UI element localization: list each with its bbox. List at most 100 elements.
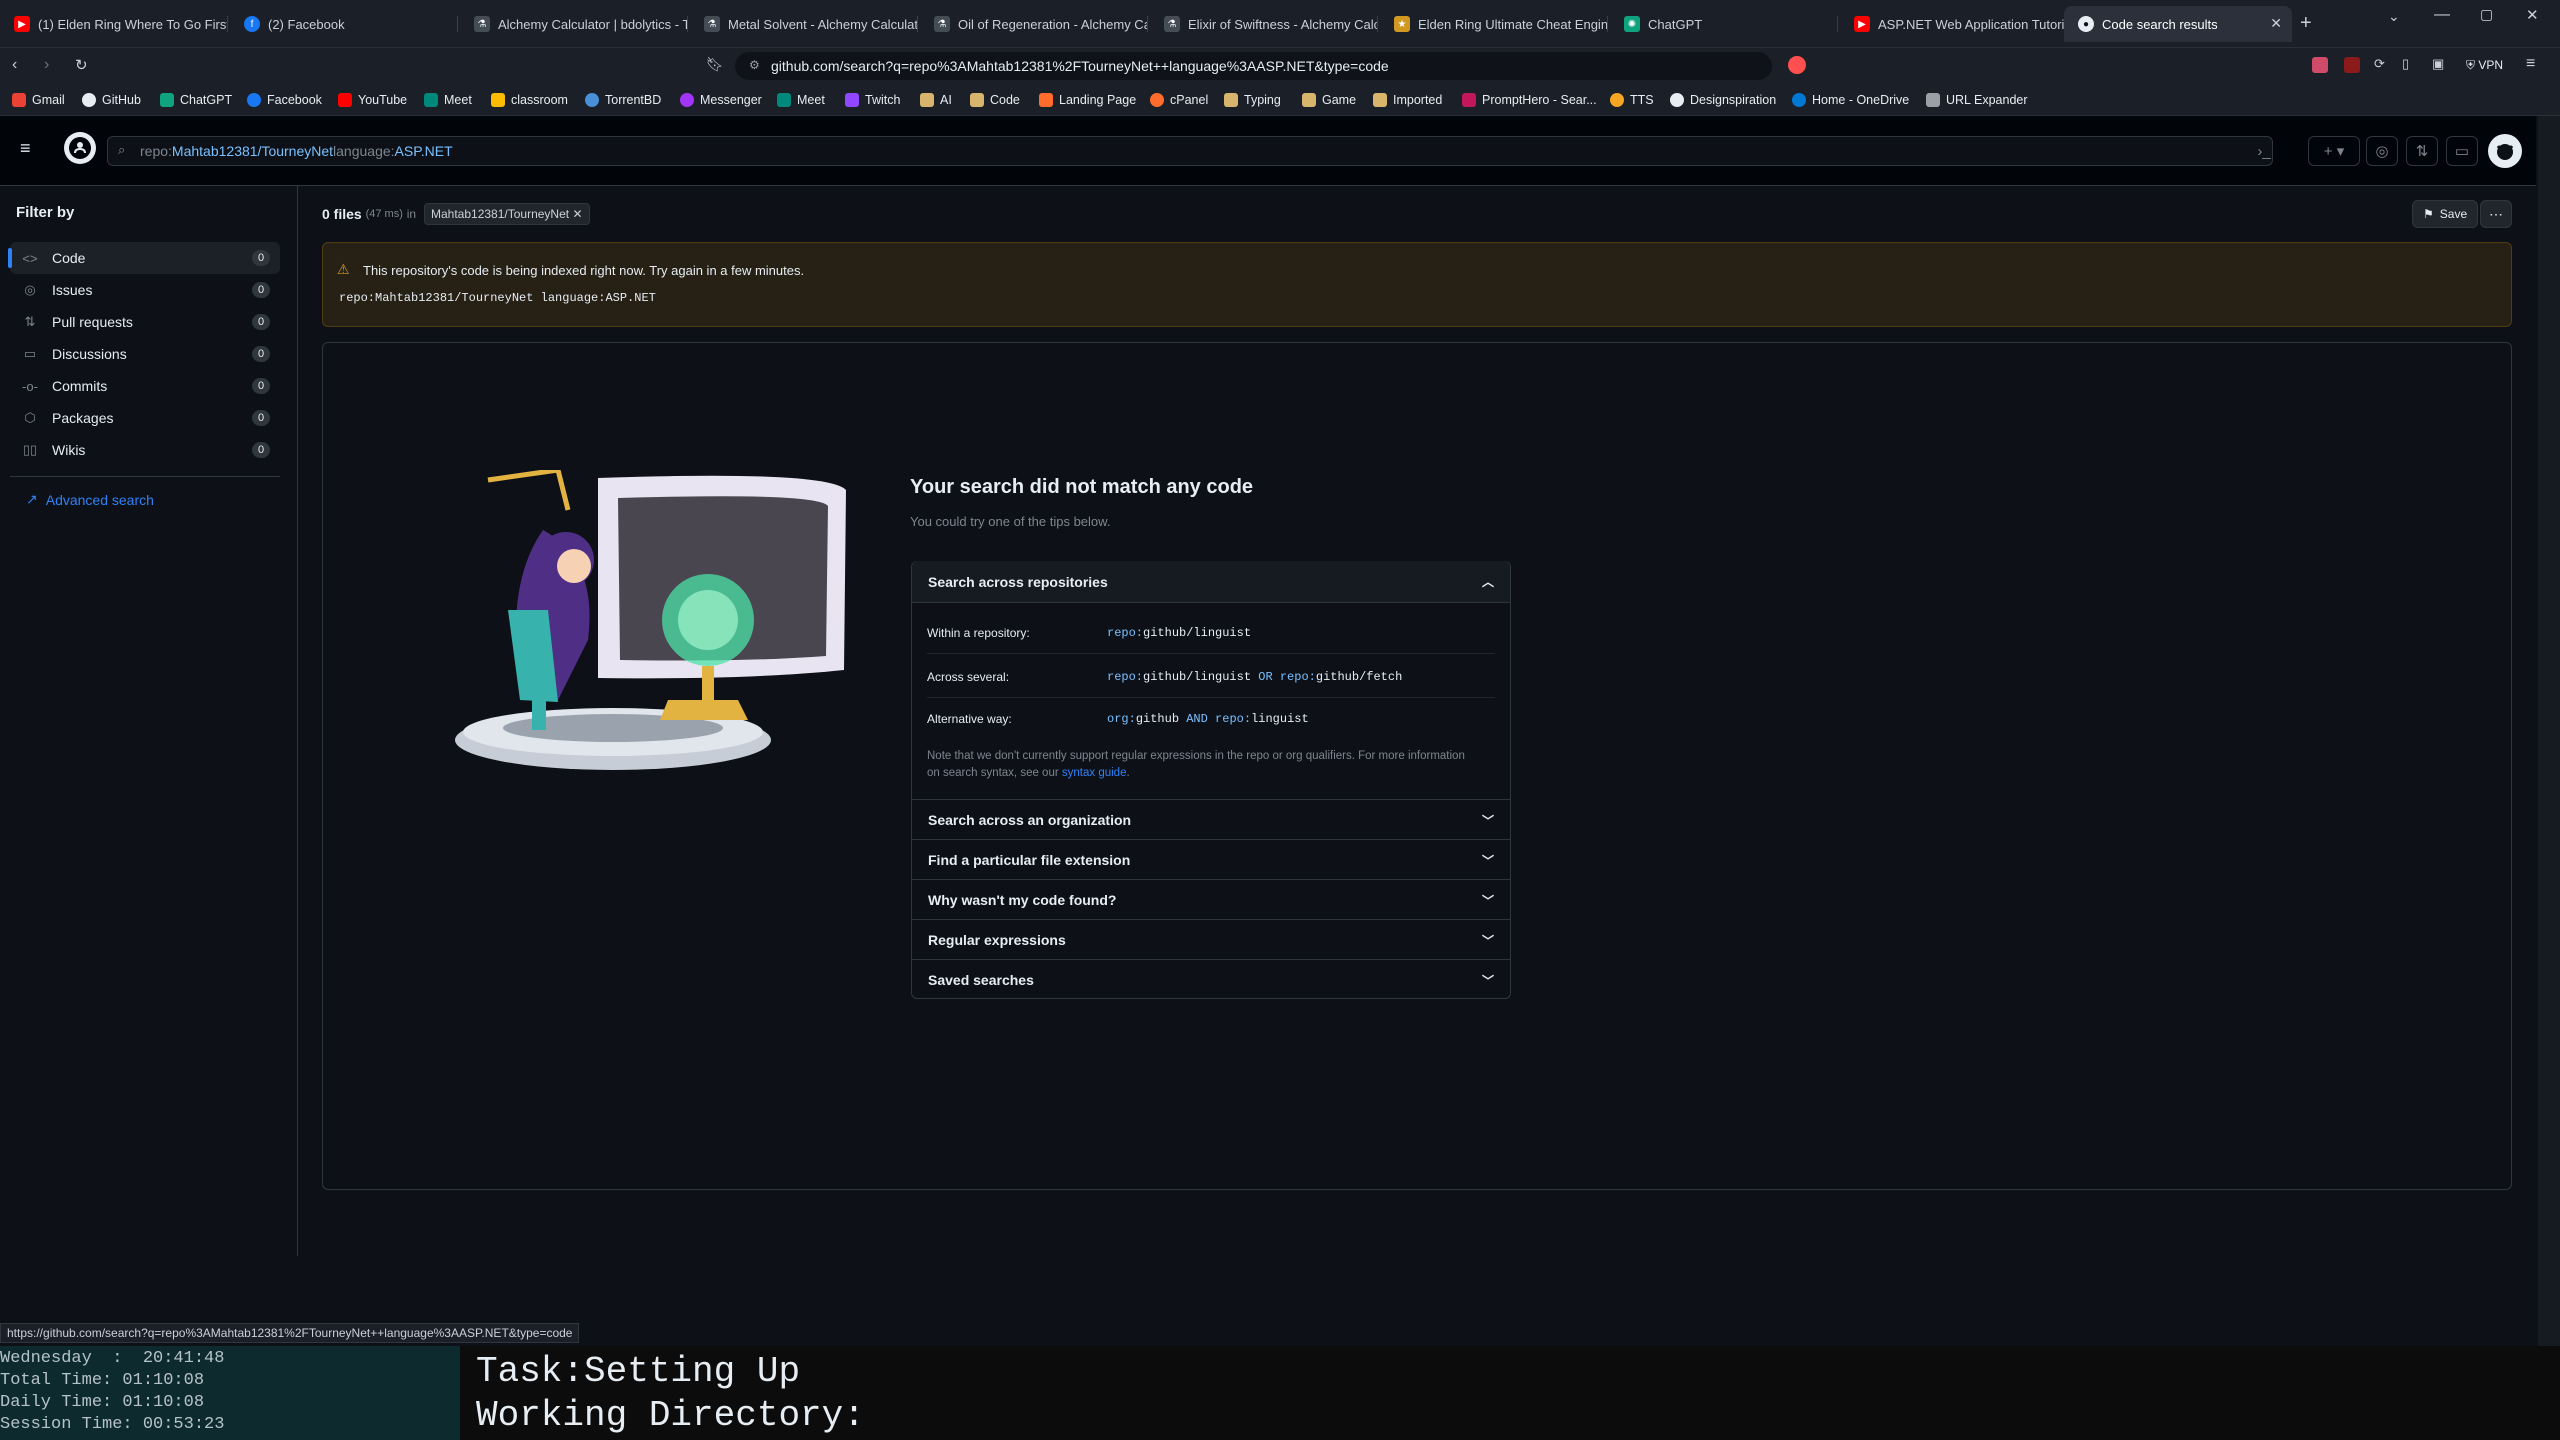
- bookmark-icon[interactable]: 🔖︎: [706, 56, 724, 73]
- bookmark-item[interactable]: Gmail: [12, 91, 65, 109]
- bookmark-item[interactable]: URL Expander: [1926, 91, 2028, 109]
- back-icon[interactable]: ‹: [12, 56, 17, 74]
- tab-search-icon[interactable]: ⌄: [2388, 8, 2400, 25]
- bookmark-item[interactable]: Messenger: [680, 91, 762, 109]
- browser-tab[interactable]: ⚗ Metal Solvent - Alchemy Calculato: [690, 6, 918, 42]
- filter-issues[interactable]: ◎ Issues 0: [10, 274, 280, 306]
- tip-code-not-found[interactable]: Why wasn't my code found? ﹀: [912, 879, 1510, 919]
- bookmark-item[interactable]: Designspiration: [1670, 91, 1776, 109]
- browser-tab[interactable]: ⚗ Alchemy Calculator | bdolytics - Th: [460, 6, 688, 42]
- gmail-icon: [12, 93, 26, 107]
- bookmark-folder[interactable]: Typing: [1224, 91, 1281, 109]
- tip-row: Across several: repo:github/linguist OR r…: [927, 656, 1495, 698]
- inbox-icon[interactable]: ▭: [2446, 136, 2478, 166]
- filter-pull-requests[interactable]: ⇅ Pull requests 0: [10, 306, 280, 338]
- pull-requests-icon[interactable]: ⇅: [2406, 136, 2438, 166]
- browser-tab[interactable]: ★ Elden Ring Ultimate Cheat Engine: [1380, 6, 1608, 42]
- bookmark-item[interactable]: Meet: [777, 91, 825, 109]
- tip-search-across-organization[interactable]: Search across an organization ﹀: [912, 799, 1510, 839]
- status-url: https://github.com/search?q=repo%3AMahta…: [0, 1323, 580, 1343]
- tip-file-extension[interactable]: Find a particular file extension ﹀: [912, 839, 1510, 879]
- bookmark-item[interactable]: TTS: [1610, 91, 1654, 109]
- bookmark-folder[interactable]: Imported: [1373, 91, 1442, 109]
- filter-discussions[interactable]: ▭ Discussions 0: [10, 338, 280, 370]
- bookmark-item[interactable]: classroom: [491, 91, 568, 109]
- bookmark-item[interactable]: Facebook: [247, 91, 322, 109]
- bookmark-item[interactable]: Home - OneDrive: [1792, 91, 1909, 109]
- save-search-button[interactable]: ⚑ Save: [2412, 200, 2479, 228]
- bookmark-item[interactable]: TorrentBD: [585, 91, 661, 109]
- browser-tab[interactable]: ⚗ Oil of Regeneration - Alchemy Cal: [920, 6, 1148, 42]
- vpn-button[interactable]: ⛨ VPN: [2466, 58, 2503, 73]
- bookmark-item[interactable]: Twitch: [845, 91, 900, 109]
- site-info-icon[interactable]: ⚙: [749, 58, 760, 72]
- bookmark-item[interactable]: Landing Page: [1039, 91, 1136, 109]
- bookmark-item[interactable]: PromptHero - Sear...: [1462, 91, 1597, 109]
- filter-commits[interactable]: -o- Commits 0: [10, 370, 280, 402]
- filter-wikis[interactable]: ▯▯ Wikis 0: [10, 434, 280, 466]
- tip-regular-expressions[interactable]: Regular expressions ﹀: [912, 919, 1510, 959]
- menu-icon[interactable]: ≡: [2526, 55, 2535, 73]
- tip-row: Alternative way: org:github AND repo:ling…: [927, 712, 1309, 726]
- github-logo-icon[interactable]: [64, 132, 96, 164]
- new-tab-icon[interactable]: +: [2300, 12, 2312, 35]
- bookmark-folder[interactable]: Game: [1302, 91, 1356, 109]
- browser-tab[interactable]: ▶ ASP.NET Web Application Tutorial: [1840, 6, 2068, 42]
- issues-icon[interactable]: ◎: [2366, 136, 2398, 166]
- tip-saved-searches[interactable]: Saved searches ﹀: [912, 959, 1510, 999]
- bookmark-folder[interactable]: Code: [970, 91, 1020, 109]
- advanced-search-link[interactable]: ↗ Advanced search: [26, 491, 154, 508]
- create-new-button[interactable]: + ▾: [2308, 136, 2360, 166]
- wallet-icon[interactable]: ▣: [2432, 56, 2444, 72]
- maximize-icon[interactable]: ▢: [2480, 6, 2493, 23]
- brave-rewards-icon[interactable]: [1788, 56, 1806, 74]
- issue-icon: ◎: [24, 282, 36, 297]
- more-options-icon[interactable]: ⋯: [2480, 200, 2512, 228]
- browser-tab[interactable]: ✺ ChatGPT: [1610, 6, 1838, 42]
- hamburger-menu-icon[interactable]: ≡: [20, 138, 31, 159]
- divider: [10, 476, 280, 477]
- octocat-illustration: [448, 467, 850, 780]
- bookmark-folder[interactable]: AI: [920, 91, 952, 109]
- chevron-down-icon: ﹀: [1481, 934, 1494, 948]
- browser-tab[interactable]: ▶ (1) Elden Ring Where To Go First |: [0, 6, 228, 42]
- minimize-icon[interactable]: —: [2434, 6, 2450, 24]
- chevron-down-icon: ﹀: [1481, 974, 1494, 988]
- alert-icon: ⚠: [337, 261, 350, 277]
- site-icon: ⚗: [474, 16, 490, 32]
- syntax-guide-link[interactable]: syntax guide: [1062, 767, 1127, 779]
- sidebar-icon[interactable]: ▯: [2402, 56, 2409, 72]
- commit-icon: -o-: [22, 378, 38, 394]
- bookmark-item[interactable]: YouTube: [338, 91, 407, 109]
- scrollbar[interactable]: [2538, 116, 2560, 1346]
- filter-sidebar: Filter by <> Code 0 ◎ Issues 0 ⇅ Pull request…: [0, 186, 298, 1256]
- bookmarks-bar: Gmail GitHub ChatGPT Facebook YouTube Me…: [0, 84, 2560, 116]
- bookmark-item[interactable]: cPanel: [1150, 91, 1208, 109]
- bookmark-item[interactable]: Meet: [424, 91, 472, 109]
- sync-icon[interactable]: ⟳: [2374, 56, 2385, 72]
- filter-code[interactable]: <> Code 0: [8, 242, 280, 274]
- close-window-icon[interactable]: ✕: [2526, 6, 2539, 24]
- close-tab-icon[interactable]: ✕: [2270, 15, 2282, 32]
- extension-icon[interactable]: [2344, 57, 2360, 73]
- forward-icon[interactable]: ›: [44, 56, 49, 74]
- reload-icon[interactable]: ↻: [75, 56, 88, 74]
- chevron-down-icon: ﹀: [1481, 814, 1494, 828]
- avatar[interactable]: [2488, 134, 2522, 168]
- indexing-warning: ⚠ This repository's code is being indexe…: [322, 242, 2512, 327]
- tip-search-across-repositories[interactable]: Search across repositories ︿: [912, 561, 1510, 603]
- prompthero-icon: [1462, 93, 1476, 107]
- remove-filter-icon[interactable]: ✕: [572, 207, 582, 221]
- command-palette-icon[interactable]: ›_: [2248, 136, 2280, 166]
- extension-icon[interactable]: [2312, 57, 2328, 73]
- address-bar[interactable]: ⚙ github.com/search?q=repo%3AMahtab12381…: [735, 52, 1772, 80]
- bookmark-item[interactable]: ChatGPT: [160, 91, 232, 109]
- repo-chip[interactable]: Mahtab12381/TourneyNet ✕: [424, 203, 590, 225]
- browser-tab[interactable]: ⚗ Elixir of Swiftness - Alchemy Calcul: [1150, 6, 1378, 42]
- browser-tab-active[interactable]: ● Code search results ✕: [2064, 6, 2292, 42]
- filter-packages[interactable]: ⬡ Packages 0: [10, 402, 280, 434]
- search-input[interactable]: ⌕ repo: Mahtab12381/TourneyNet language: A…: [107, 136, 2273, 166]
- bookmark-item[interactable]: GitHub: [82, 91, 141, 109]
- folder-icon: [970, 93, 984, 107]
- browser-tab[interactable]: f (2) Facebook: [230, 6, 458, 42]
